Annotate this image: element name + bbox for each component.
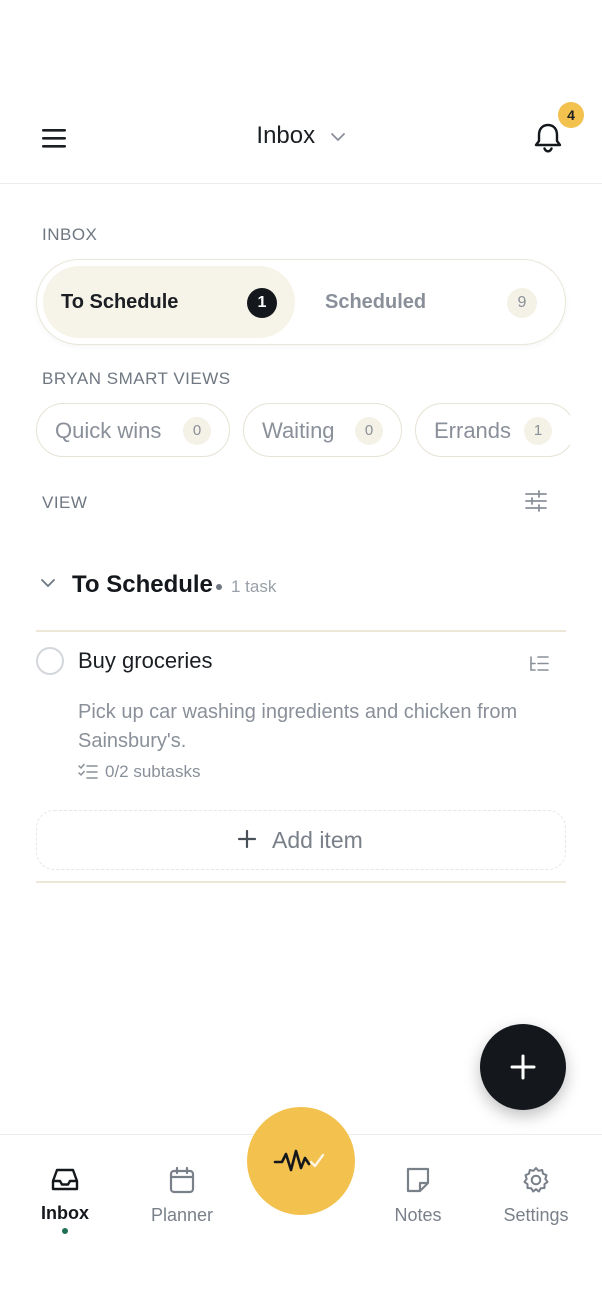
inbox-section-label: INBOX — [42, 225, 98, 244]
voice-capture-button[interactable] — [247, 1107, 355, 1215]
calendar-icon — [169, 1166, 195, 1194]
divider — [36, 881, 566, 883]
waveform-check-icon — [273, 1149, 325, 1172]
task-description: Pick up car washing ingredients and chic… — [78, 701, 518, 752]
separator-dot — [216, 584, 222, 590]
nav-inbox-label: Inbox — [41, 1203, 89, 1223]
subtask-progress: 0/2 subtasks — [105, 762, 201, 781]
add-item-label: Add item — [272, 827, 363, 853]
subtask-checklist-icon — [78, 763, 98, 779]
chevron-down-icon — [41, 579, 55, 587]
divider — [36, 630, 566, 632]
nav-inbox[interactable]: Inbox — [15, 1165, 115, 1245]
smart-views-scroller[interactable]: Quick wins 0 Waiting 0 Errands 1 — [0, 395, 570, 467]
inbox-icon — [51, 1168, 79, 1191]
nav-planner[interactable]: Planner — [132, 1165, 232, 1245]
add-item-button[interactable]: Add item — [36, 810, 566, 870]
view-section-label: VIEW — [42, 493, 88, 512]
bell-icon[interactable] — [530, 120, 566, 156]
page-title: Inbox — [256, 122, 316, 149]
note-icon — [406, 1167, 430, 1193]
nav-notes[interactable]: Notes — [368, 1165, 468, 1245]
inbox-segmented-control: To Schedule 1 Scheduled 9 — [36, 259, 566, 345]
task-checkbox[interactable] — [36, 647, 64, 675]
smart-view-label: Errands — [434, 418, 512, 443]
plus-icon — [510, 1054, 536, 1080]
smart-view-count: 1 — [524, 417, 552, 445]
nav-notes-label: Notes — [394, 1205, 442, 1225]
gear-icon — [523, 1167, 549, 1193]
plus-icon — [237, 829, 257, 849]
task-title[interactable]: Buy groceries — [78, 648, 213, 674]
filter-sliders-icon[interactable] — [524, 489, 548, 513]
smart-view-count: 0 — [355, 417, 383, 445]
smart-view-waiting[interactable]: Waiting 0 — [243, 403, 402, 457]
smart-view-count: 0 — [183, 417, 211, 445]
task-group-count: 1 task — [231, 577, 277, 596]
tab-scheduled-label: Scheduled — [325, 291, 427, 313]
view-switcher[interactable]: Inbox — [0, 122, 602, 150]
tab-to-schedule-count: 1 — [247, 288, 277, 318]
smart-view-quick-wins[interactable]: Quick wins 0 — [36, 403, 230, 457]
top-bar: Inbox — [0, 96, 602, 184]
smart-views-label: BRYAN SMART VIEWS — [42, 369, 231, 388]
tab-scheduled-count: 9 — [507, 288, 537, 318]
add-task-fab[interactable] — [480, 1024, 566, 1110]
task-details-icon[interactable] — [528, 654, 550, 674]
task-group-title: To Schedule — [72, 571, 213, 598]
chevron-down-icon — [330, 132, 345, 141]
nav-settings-label: Settings — [503, 1205, 569, 1225]
smart-view-label: Quick wins — [55, 418, 162, 443]
nav-settings[interactable]: Settings — [486, 1165, 586, 1245]
nav-planner-label: Planner — [150, 1205, 214, 1225]
notification-badge: 4 — [558, 102, 584, 128]
tab-to-schedule[interactable]: To Schedule 1 — [43, 266, 295, 338]
tab-to-schedule-label: To Schedule — [61, 291, 179, 313]
smart-view-label: Waiting — [262, 418, 335, 443]
smart-view-errands[interactable]: Errands 1 — [415, 403, 570, 457]
active-indicator-dot — [62, 1228, 68, 1234]
tab-scheduled[interactable]: Scheduled 9 — [303, 266, 559, 338]
